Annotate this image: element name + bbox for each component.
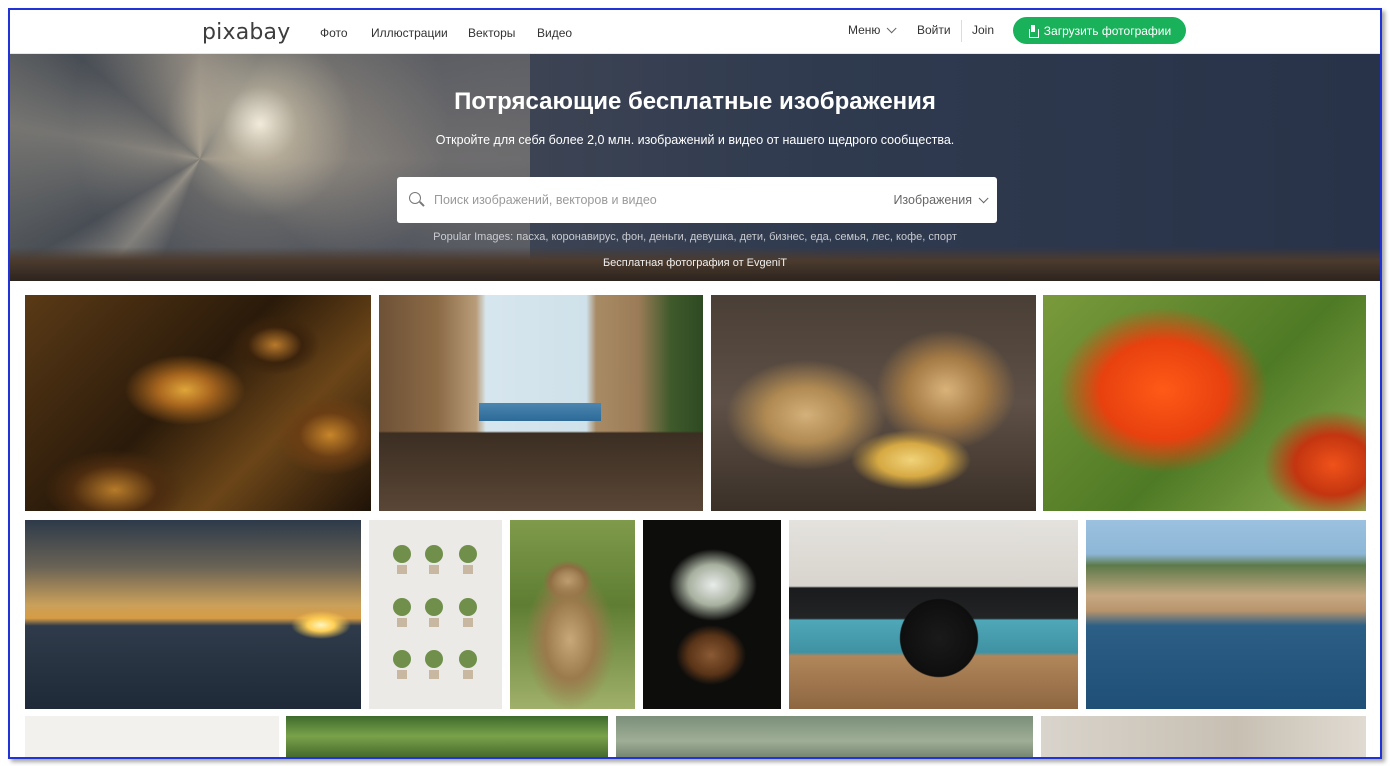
pot-shape (397, 565, 407, 574)
search-icon[interactable] (409, 192, 421, 204)
image-thumbnail-flowers[interactable] (643, 520, 781, 709)
pot-shape (463, 565, 473, 574)
popular-searches[interactable]: Popular Images: пасха, коронавирус, фон,… (10, 231, 1380, 243)
login-link[interactable]: Войти (917, 23, 951, 37)
pot-shape (429, 618, 439, 627)
image-thumbnail-desk[interactable] (1041, 716, 1366, 757)
plant-shape (459, 545, 477, 563)
pixabay-logo[interactable]: pixabay (202, 20, 290, 45)
pot-shape (397, 670, 407, 679)
image-thumbnail-harbor[interactable] (1086, 520, 1366, 709)
upload-icon (1028, 24, 1039, 38)
hero-title: Потрясающие бесплатные изображения (454, 88, 936, 115)
nav-link-video[interactable]: Видео (537, 26, 572, 40)
search-input[interactable] (434, 189, 854, 211)
chevron-down-icon (978, 192, 989, 203)
pot-shape (463, 670, 473, 679)
hero-banner: Потрясающие бесплатные изображения Откро… (10, 54, 1380, 281)
upload-photos-button[interactable]: Загрузить фотографии (1013, 17, 1186, 44)
image-thumbnail-bees[interactable] (25, 295, 371, 511)
header-divider (961, 20, 962, 42)
search-type-label: Изображения (893, 193, 972, 207)
top-navigation: pixabay Фото Иллюстрации Векторы Видео М… (10, 10, 1380, 54)
nav-link-photo[interactable]: Фото (320, 26, 348, 40)
image-thumbnail-greenery[interactable] (616, 716, 1033, 757)
plant-shape (425, 545, 443, 563)
image-thumbnail-plants[interactable] (369, 520, 502, 709)
plant-shape (425, 650, 443, 668)
image-thumbnail-ginger[interactable] (711, 295, 1036, 511)
image-thumbnail-street[interactable] (379, 295, 703, 511)
join-link[interactable]: Join (972, 23, 994, 37)
plant-shape (393, 650, 411, 668)
image-thumbnail-sunset[interactable] (25, 520, 361, 709)
hero-subtitle: Откройте для себя более 2,0 млн. изображ… (435, 133, 955, 147)
plant-shape (393, 545, 411, 563)
upload-button-label: Загрузить фотографии (1043, 23, 1172, 38)
photo-credit[interactable]: Бесплатная фотография от EvgeniT (10, 257, 1380, 269)
image-thumbnail-record-player[interactable] (789, 520, 1078, 709)
plant-shape (393, 598, 411, 616)
pot-shape (397, 618, 407, 627)
plant-shape (459, 650, 477, 668)
chevron-down-icon (887, 22, 898, 33)
menu-label: Меню (848, 23, 881, 37)
search-type-dropdown[interactable]: Изображения (893, 192, 989, 207)
nav-link-illustrations[interactable]: Иллюстрации (371, 26, 448, 40)
plant-shape (459, 598, 477, 616)
pot-shape (429, 670, 439, 679)
menu-dropdown[interactable]: Меню (848, 22, 898, 37)
pot-shape (463, 618, 473, 627)
image-thumbnail-poppy[interactable] (1043, 295, 1366, 511)
nav-link-vectors[interactable]: Векторы (468, 26, 515, 40)
pot-shape (429, 565, 439, 574)
plant-shape (425, 598, 443, 616)
search-bar: Изображения (397, 177, 997, 223)
browser-frame: pixabay Фото Иллюстрации Векторы Видео М… (8, 8, 1382, 759)
image-thumbnail-meerkat[interactable] (510, 520, 635, 709)
image-thumbnail-hands[interactable] (25, 716, 279, 757)
image-thumbnail-palms[interactable] (286, 716, 608, 757)
